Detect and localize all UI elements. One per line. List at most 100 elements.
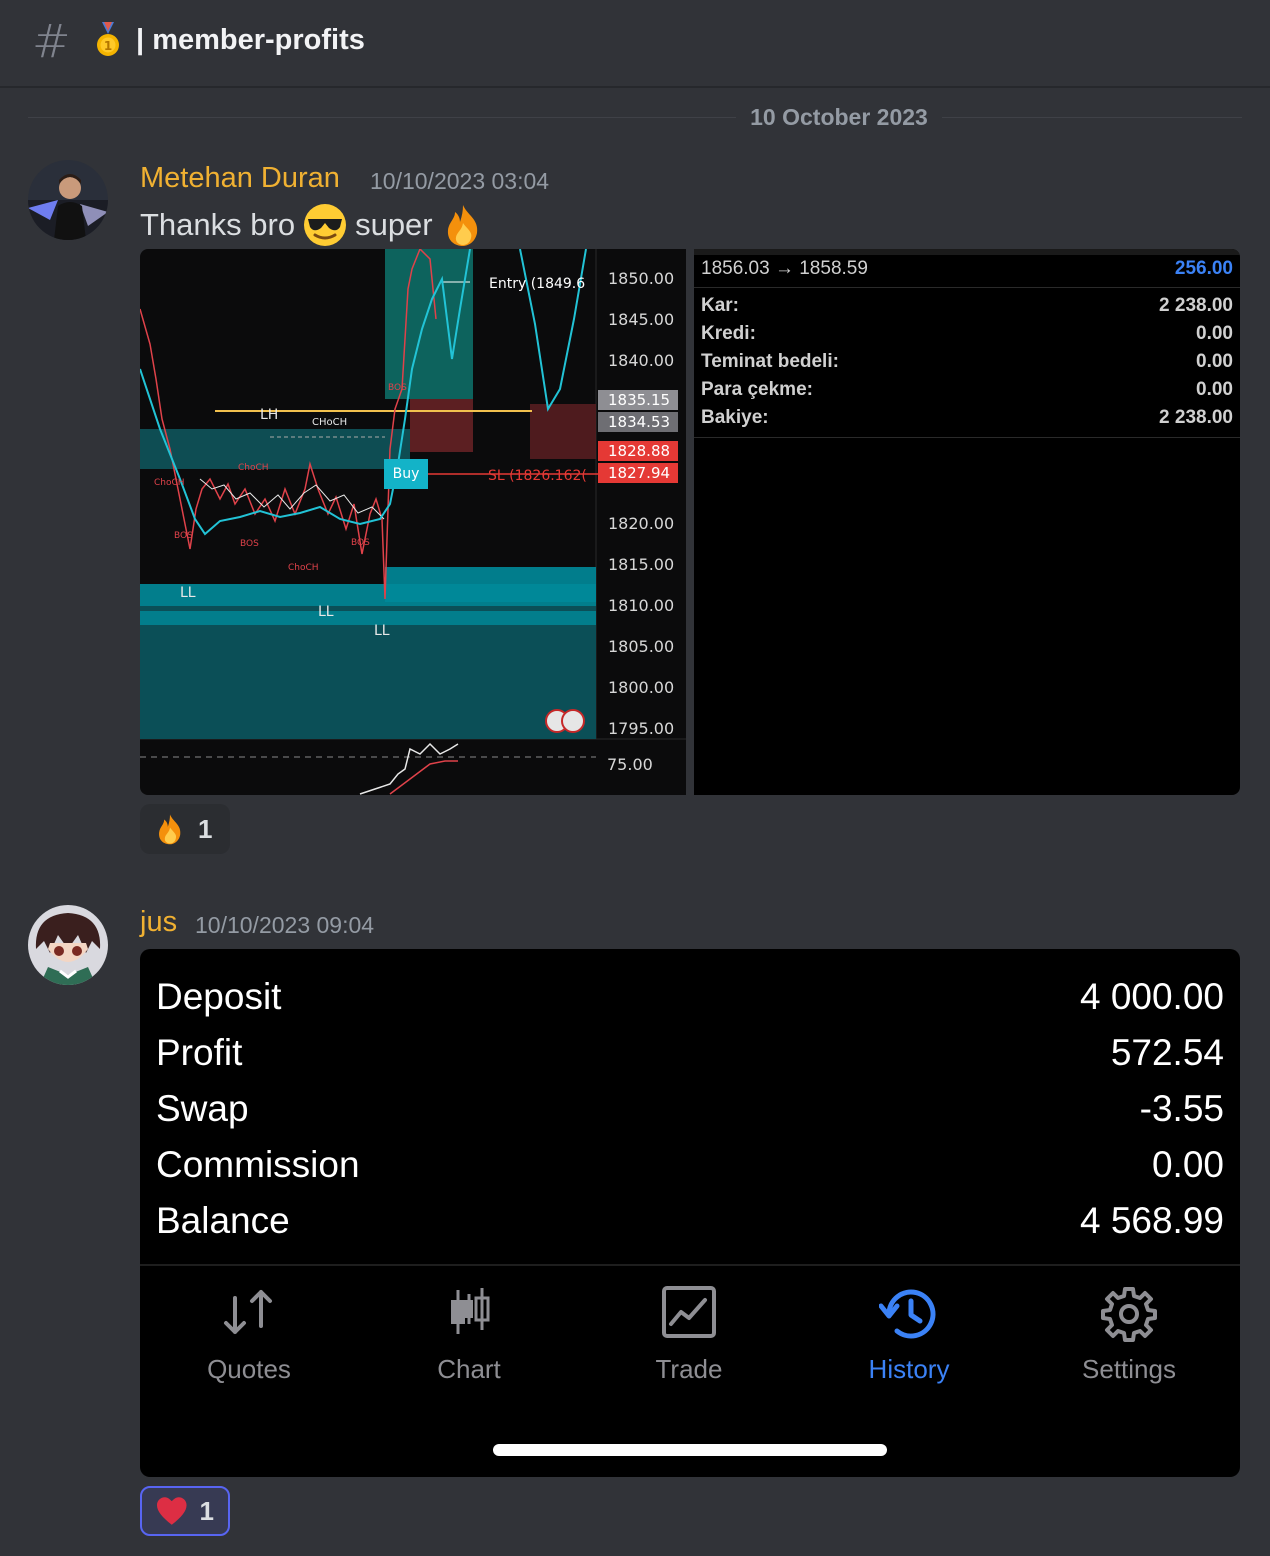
summary-row: Profit 572.54: [156, 1027, 1224, 1079]
reaction-fire[interactable]: 1: [140, 804, 230, 854]
price-label: 1840.00: [608, 351, 675, 370]
label-choch-2: ChoCH: [238, 463, 269, 473]
account-row-label: Teminat bedeli:: [701, 351, 839, 372]
summary-row: Swap -3.55: [156, 1083, 1224, 1135]
fire-emoji: [159, 814, 181, 845]
tab-label: Settings: [1082, 1354, 1176, 1384]
summary-value: 4 568.99: [1079, 1200, 1224, 1241]
heart-emoji: [156, 1497, 187, 1525]
price-label: 1820.00: [608, 514, 675, 533]
separator: [694, 287, 1240, 288]
account-screenshot[interactable]: 1856.03 → 1858.59 256.00 Kar: 2 238.00 Kr…: [694, 249, 1240, 795]
divider-line-right: [942, 117, 1242, 118]
reaction-heart[interactable]: 1: [140, 1486, 230, 1536]
tab-label: Trade: [655, 1354, 723, 1384]
reaction-count: 1: [198, 813, 213, 844]
account-row-label: Para çekme:: [701, 379, 813, 400]
summary-value: 4 000.00: [1079, 976, 1224, 1017]
account-row: Para çekme: 0.00: [701, 379, 1233, 405]
timestamp: 10/10/2023 03:04: [370, 168, 550, 194]
timestamp: 10/10/2023 09:04: [195, 912, 375, 938]
tab-label: Quotes: [207, 1354, 291, 1384]
price-label: 1805.00: [608, 637, 675, 656]
label-bos-4: BOS: [388, 383, 407, 393]
channel-name-text: member-profits: [152, 24, 365, 56]
avatar-image: [28, 160, 108, 240]
account-row-label: Bakiye:: [701, 407, 769, 428]
tab-label: Chart: [437, 1354, 501, 1384]
summary-label: Profit: [156, 1032, 243, 1073]
avatar[interactable]: [28, 160, 108, 240]
account-row-value: 2 238.00: [1159, 407, 1233, 428]
sl-label: SL (1826.162(: [488, 468, 587, 484]
label-ll-3: LL: [374, 623, 390, 639]
tab-history[interactable]: [809, 1286, 1009, 1346]
author-name[interactable]: Metehan Duran: [140, 162, 340, 195]
fire-emoji: [447, 205, 477, 246]
label-ll-1: LL: [180, 585, 196, 601]
summary-label: Swap: [156, 1088, 249, 1129]
indicator-label: 75.00: [607, 755, 653, 774]
sunglasses-emoji: [304, 204, 347, 246]
quotes-arrows-icon: [224, 1290, 272, 1334]
divider-line-left: [28, 117, 736, 118]
tab-trade[interactable]: [589, 1286, 789, 1342]
price-tag: 1834.53: [598, 412, 678, 432]
trade-profit: 256.00: [1174, 258, 1233, 279]
channel-name[interactable]: | member-profits: [136, 20, 365, 60]
message-text-part: Thanks bro: [140, 207, 296, 242]
label-choch: CHoCH: [312, 417, 348, 428]
date-divider: 10 October 2023: [750, 104, 928, 130]
account-row: Bakiye: 2 238.00: [701, 407, 1233, 433]
summary-label: Balance: [156, 1200, 290, 1241]
account-row: Teminat bedeli: 0.00: [701, 351, 1233, 377]
avatar-image: [28, 905, 108, 985]
label-choch-3: ChoCH: [154, 478, 185, 488]
avatar[interactable]: [28, 905, 108, 985]
medal-emoji: 1: [97, 22, 119, 56]
history-clock-icon: [878, 1289, 936, 1339]
label-choch-4: ChoCH: [288, 563, 319, 573]
label-lh: LH: [260, 407, 279, 423]
price-label: 1845.00: [608, 310, 675, 329]
mt-history-screenshot[interactable]: Deposit 4 000.00 Profit 572.54 Swap -3.55 C…: [140, 949, 1240, 1477]
label-bos-1: BOS: [174, 531, 193, 541]
price-tag: 1828.88: [598, 441, 678, 461]
author-name[interactable]: jus: [140, 906, 177, 939]
summary-label: Deposit: [156, 976, 282, 1017]
price-tag: 1835.15: [598, 390, 678, 410]
tab-settings[interactable]: [1029, 1286, 1229, 1346]
price-label: 1800.00: [608, 678, 675, 697]
channel-separator: |: [136, 24, 145, 56]
hash-icon: #: [32, 14, 71, 68]
price-label: 1810.00: [608, 596, 675, 615]
message-text-part: super: [355, 207, 433, 242]
tab-label-active: History: [868, 1354, 950, 1384]
svg-text:1: 1: [104, 39, 112, 53]
cut-off-row: [694, 249, 1240, 255]
entry-label: Entry (1849.6: [489, 276, 586, 292]
home-indicator: [493, 1444, 887, 1456]
summary-label: Commission: [156, 1144, 360, 1185]
summary-value: 572.54: [1110, 1032, 1224, 1073]
account-row-value: 0.00: [1196, 379, 1233, 400]
account-row-label: Kar:: [701, 295, 740, 316]
message-text: Thanks bro super: [140, 204, 485, 246]
tab-quotes[interactable]: [149, 1286, 349, 1342]
price-label: 1815.00: [608, 555, 675, 574]
reaction-count: 1: [199, 1495, 214, 1526]
summary-value: 0.00: [1151, 1144, 1224, 1185]
price-label: 1850.00: [608, 269, 675, 288]
label-ll-2: LL: [318, 604, 334, 620]
chart-drawing: [140, 249, 686, 795]
candles-icon: [451, 1288, 490, 1334]
trade-chart-icon: [662, 1286, 716, 1338]
label-bos-3: BOS: [351, 538, 370, 548]
gear-icon: [1101, 1287, 1157, 1342]
chart-screenshot[interactable]: LH CHoCH ChoCH ChoCH ChoCH BOS BOS BOS B…: [140, 249, 686, 795]
account-row: Kar: 2 238.00: [701, 295, 1233, 321]
separator: [140, 1264, 1240, 1266]
summary-row: Deposit 4 000.00: [156, 971, 1224, 1023]
tab-chart[interactable]: [369, 1286, 569, 1342]
summary-value: -3.55: [1139, 1088, 1224, 1129]
